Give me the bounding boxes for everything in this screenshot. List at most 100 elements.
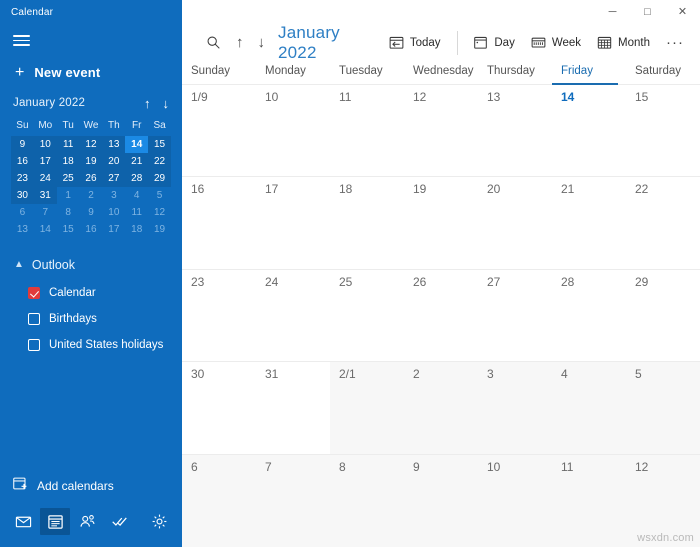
mini-day-cell[interactable]: 20 [102, 152, 126, 170]
calendar-day-cell[interactable]: 4 [552, 362, 626, 454]
mini-day-cell[interactable]: 26 [79, 169, 103, 187]
todo-icon[interactable] [104, 508, 134, 535]
mini-day-cell[interactable]: 17 [33, 152, 57, 170]
calendar-day-cell[interactable]: 25 [330, 269, 404, 362]
calendar-day-cell[interactable]: 6 [182, 454, 256, 547]
calendar-day-cell[interactable]: 10 [478, 454, 552, 547]
mini-day-cell[interactable]: 28 [125, 169, 149, 187]
new-event-button[interactable]: + New event [0, 55, 182, 91]
mini-day-cell[interactable]: 24 [33, 169, 57, 187]
mini-day-cell[interactable]: 7 [34, 204, 57, 221]
hamburger-menu-icon[interactable] [0, 24, 40, 55]
mini-day-cell[interactable]: 12 [148, 204, 171, 221]
mini-day-cell[interactable]: 16 [11, 152, 34, 170]
mini-day-cell[interactable]: 10 [102, 204, 125, 221]
mini-calendar-title[interactable]: January 2022 [13, 97, 85, 109]
maximize-button[interactable]: □ [630, 0, 665, 24]
mini-day-cell[interactable]: 15 [148, 135, 171, 153]
calendar-day-cell[interactable]: 18 [330, 177, 404, 269]
mini-day-cell[interactable]: 23 [11, 169, 34, 187]
close-button[interactable]: ✕ [665, 0, 700, 24]
calendar-day-cell[interactable]: 24 [256, 269, 330, 362]
calendar-list-item[interactable]: United States holidays [14, 332, 182, 358]
calendar-day-cell[interactable]: 30 [182, 362, 256, 454]
calendar-day-cell[interactable]: 12 [404, 85, 478, 177]
calendar-day-cell[interactable]: 13 [478, 85, 552, 177]
calendar-day-cell[interactable]: 2/1 [330, 362, 404, 454]
mini-day-cell[interactable]: 9 [11, 135, 34, 153]
calendar-day-cell[interactable]: 17 [256, 177, 330, 269]
mini-day-cell[interactable]: 10 [33, 135, 57, 153]
mini-day-cell[interactable]: 18 [56, 152, 80, 170]
checkbox-checked-icon[interactable] [28, 286, 40, 299]
mini-day-cell[interactable]: 5 [148, 187, 171, 204]
mini-day-cell[interactable]: 13 [11, 221, 34, 238]
mini-day-cell[interactable]: 11 [125, 204, 148, 221]
mini-day-cell[interactable]: 25 [56, 169, 80, 187]
mail-icon[interactable] [8, 508, 38, 535]
calendar-day-cell[interactable]: 3 [478, 362, 552, 454]
mini-day-cell[interactable]: 6 [11, 204, 34, 221]
mini-next-month-icon[interactable]: ↓ [163, 97, 170, 110]
calendar-day-cell[interactable]: 2 [404, 362, 478, 454]
calendar-day-cell[interactable]: 11 [330, 85, 404, 177]
mini-day-cell[interactable]: 14 [125, 135, 149, 153]
add-calendars-button[interactable]: Add calendars [0, 468, 182, 508]
view-day-button[interactable]: Day [465, 30, 522, 55]
next-period-button[interactable]: ↓ [251, 32, 273, 53]
mini-day-cell[interactable]: 30 [11, 186, 34, 204]
calendar-day-cell[interactable]: 7 [256, 454, 330, 547]
previous-period-button[interactable]: ↑ [229, 32, 251, 53]
mini-day-cell[interactable]: 31 [33, 186, 57, 204]
mini-day-cell[interactable]: 17 [102, 221, 125, 238]
calendar-day-cell[interactable]: 15 [626, 85, 700, 177]
account-group-outlook[interactable]: ▲ Outlook [14, 254, 182, 280]
mini-day-cell[interactable]: 22 [148, 152, 171, 170]
calendar-day-cell[interactable]: 10 [256, 85, 330, 177]
people-icon[interactable] [72, 508, 102, 535]
calendar-day-cell[interactable]: 22 [626, 177, 700, 269]
calendar-day-cell[interactable]: 28 [552, 269, 626, 362]
view-month-button[interactable]: Month [589, 30, 658, 55]
more-options-button[interactable]: ··· [658, 32, 692, 53]
calendar-day-cell[interactable]: 23 [182, 269, 256, 362]
search-button[interactable] [198, 30, 229, 55]
mini-prev-month-icon[interactable]: ↑ [144, 97, 151, 110]
mini-day-cell[interactable]: 16 [80, 221, 103, 238]
calendar-day-cell[interactable]: 11 [552, 454, 626, 547]
calendar-day-cell[interactable]: 9 [404, 454, 478, 547]
calendar-day-cell[interactable]: 8 [330, 454, 404, 547]
mini-day-cell[interactable]: 13 [102, 135, 126, 153]
calendar-day-cell[interactable]: 26 [404, 269, 478, 362]
mini-day-cell[interactable]: 12 [79, 135, 103, 153]
mini-day-cell[interactable]: 11 [56, 135, 80, 153]
mini-day-cell[interactable]: 4 [125, 187, 148, 204]
mini-day-cell[interactable]: 29 [148, 169, 171, 187]
calendar-icon[interactable] [40, 508, 70, 535]
calendar-day-cell[interactable]: 19 [404, 177, 478, 269]
minimize-button[interactable]: ─ [595, 0, 630, 24]
mini-day-cell[interactable]: 2 [80, 187, 103, 204]
checkbox-icon[interactable] [28, 338, 40, 351]
calendar-day-cell[interactable]: 21 [552, 177, 626, 269]
calendar-day-cell[interactable]: 14 [552, 85, 626, 177]
calendar-day-cell[interactable]: 5 [626, 362, 700, 454]
mini-day-cell[interactable]: 19 [79, 152, 103, 170]
calendar-day-cell[interactable]: 31 [256, 362, 330, 454]
calendar-day-cell[interactable]: 27 [478, 269, 552, 362]
settings-gear-icon[interactable] [144, 508, 174, 535]
mini-day-cell[interactable]: 14 [34, 221, 57, 238]
current-month-title[interactable]: January 2022 [272, 23, 381, 63]
mini-day-cell[interactable]: 21 [125, 152, 149, 170]
mini-day-cell[interactable]: 18 [125, 221, 148, 238]
calendar-day-cell[interactable]: 20 [478, 177, 552, 269]
mini-day-cell[interactable]: 15 [57, 221, 80, 238]
mini-day-cell[interactable]: 8 [57, 204, 80, 221]
calendar-day-cell[interactable]: 29 [626, 269, 700, 362]
mini-day-cell[interactable]: 3 [102, 187, 125, 204]
view-week-button[interactable]: Week [523, 30, 589, 55]
calendar-list-item[interactable]: Calendar [14, 280, 182, 306]
calendar-day-cell[interactable]: 1/9 [182, 85, 256, 177]
mini-day-cell[interactable]: 27 [102, 169, 126, 187]
checkbox-icon[interactable] [28, 312, 40, 325]
